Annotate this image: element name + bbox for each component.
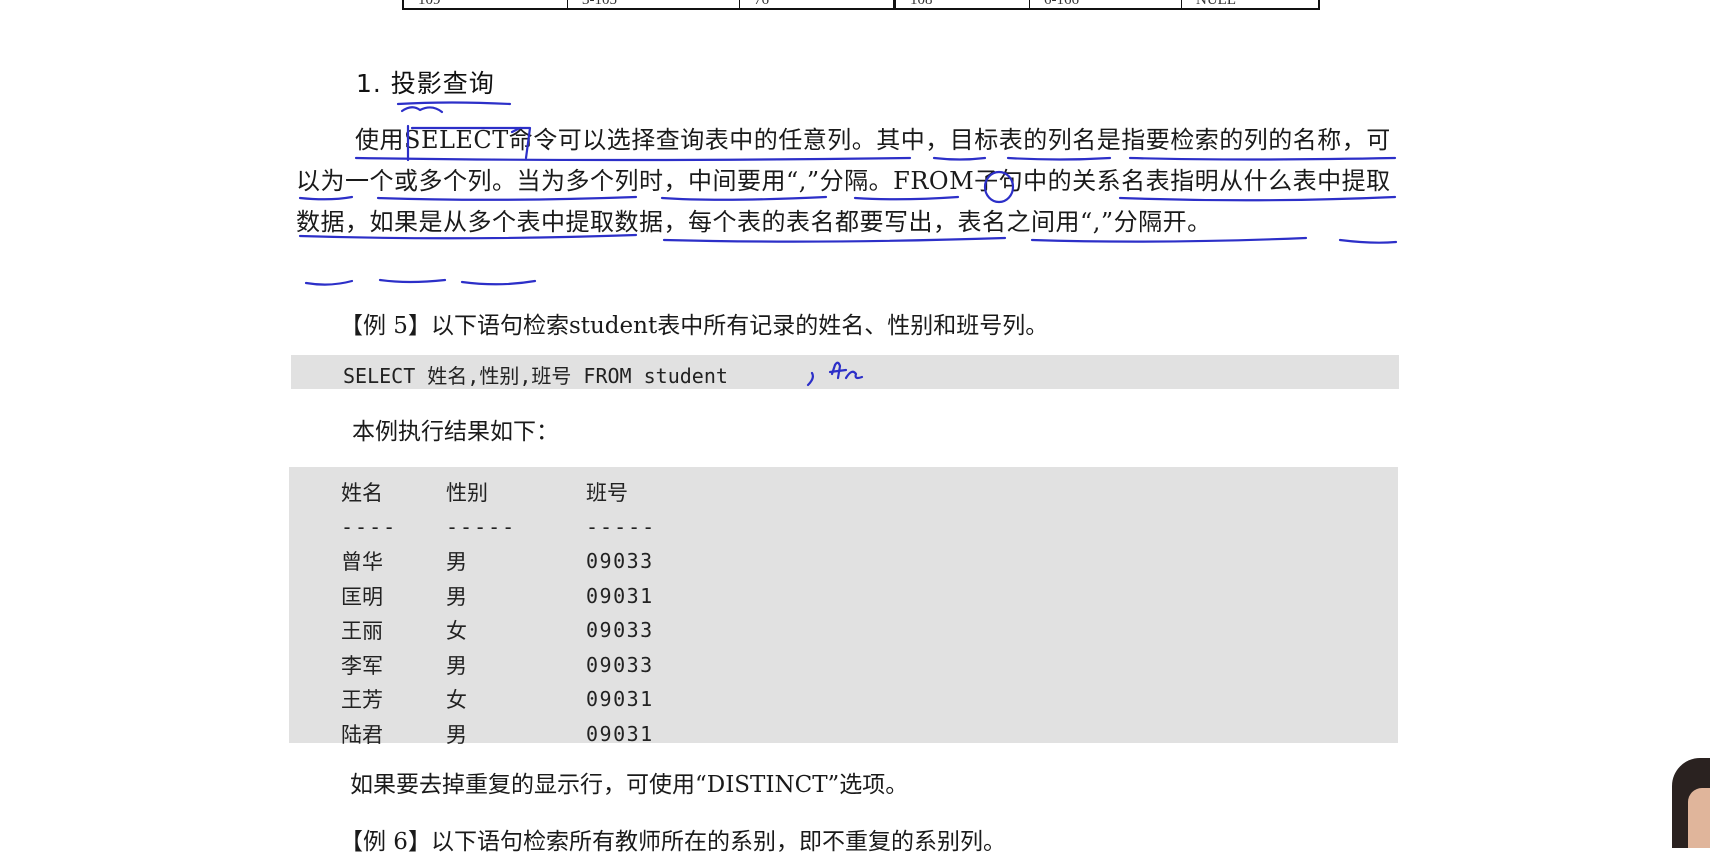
distinct-note: 如果要去掉重复的显示行，可使用“DISTINCT”选项。	[350, 772, 909, 798]
example-5-label: 【例 5】以下语句检索student表中所有记录的姓名、性别和班号列。	[340, 313, 1049, 339]
table-cell: 6-166	[1030, 0, 1182, 8]
table-cell: NULL	[1196, 0, 1236, 8]
section-paragraph: 使用SELECT命令可以选择查询表中的任意列。其中，目标表的列名是指要检索的列的…	[296, 126, 1391, 236]
gender-cell: 男	[446, 584, 467, 609]
gender-cell: 男	[446, 550, 467, 575]
class-cell: 09033	[586, 618, 654, 643]
presenter-face	[1688, 788, 1710, 848]
table-cell: 76	[740, 0, 896, 8]
result-table: 姓名 性别 班号 ---- ----- ----- 曾华 男 09033 匡明 …	[341, 475, 706, 751]
result-row: 王丽 女 09033	[341, 613, 706, 648]
result-output-block: 姓名 性别 班号 ---- ----- ----- 曾华 男 09033 匡明 …	[289, 467, 1398, 747]
column-header: 性别	[446, 481, 488, 506]
table-cell: 109	[404, 0, 568, 8]
column-header: 姓名	[341, 481, 383, 506]
name-cell: 陆君	[341, 722, 383, 747]
separator: ----	[341, 514, 398, 539]
separator: -----	[446, 514, 517, 539]
name-cell: 王芳	[341, 688, 383, 713]
table-cell: 3-105	[568, 0, 740, 8]
separator: -----	[586, 514, 657, 539]
code-block: SELECT 姓名,性别,班号 FROM student	[291, 355, 1399, 389]
result-row: 王芳 女 09031	[341, 682, 706, 717]
name-cell: 匡明	[341, 584, 383, 609]
result-intro: 本例执行结果如下：	[352, 419, 559, 445]
name-cell: 李军	[341, 653, 383, 678]
class-cell: 09031	[586, 687, 654, 712]
name-cell: 曾华	[341, 550, 383, 575]
class-cell: 09033	[586, 652, 654, 677]
result-row: 陆君 男 09031	[341, 717, 706, 752]
document-page: 109 3-105 76 108 6-166 NULL 1. 投影查询 使用SE…	[0, 0, 1710, 855]
gender-cell: 男	[446, 722, 467, 747]
result-row: 李军 男 09033	[341, 648, 706, 683]
class-cell: 09031	[586, 583, 654, 608]
heading-underline	[396, 101, 512, 114]
example-6-label: 【例 6】以下语句检索所有教师所在的系别，即不重复的系别列。	[340, 829, 1006, 855]
class-cell: 09033	[586, 549, 654, 574]
result-row: 曾华 男 09033	[341, 544, 706, 579]
gender-cell: 女	[446, 619, 467, 644]
previous-table-bottom-row: 109 3-105 76 108 6-166 NULL	[402, 0, 1320, 10]
column-header: 班号	[586, 481, 628, 506]
table-cell: 108	[896, 0, 1030, 8]
result-header-row: 姓名 性别 班号	[341, 475, 706, 510]
sql-code-line: SELECT 姓名,性别,班号 FROM student	[343, 364, 728, 388]
gender-cell: 女	[446, 688, 467, 713]
result-separator-row: ---- ----- -----	[341, 510, 706, 545]
name-cell: 王丽	[341, 619, 383, 644]
class-cell: 09031	[586, 721, 654, 746]
section-heading: 1. 投影查询	[356, 69, 495, 98]
gender-cell: 男	[446, 653, 467, 678]
result-row: 匡明 男 09031	[341, 579, 706, 614]
